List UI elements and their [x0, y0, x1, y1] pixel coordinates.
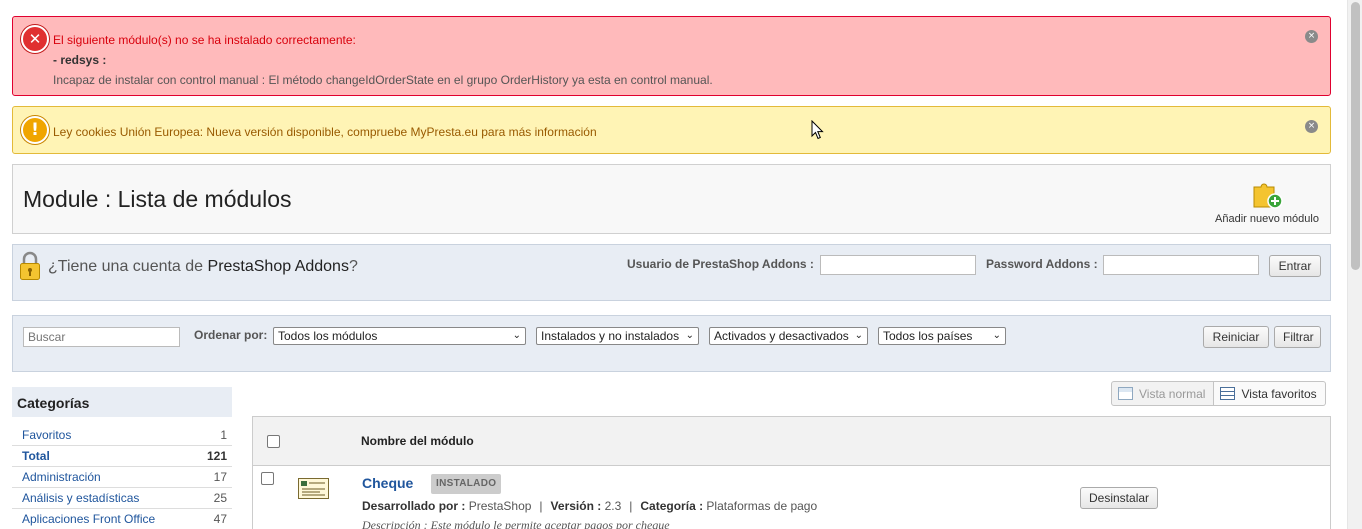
error-alert: ✕ El siguiente módulo(s) no se ha instal…: [12, 16, 1331, 96]
categories-title: Categorías: [12, 387, 232, 417]
addons-password-label: Password Addons :: [986, 257, 1098, 271]
view-toggle: Vista normal Vista favoritos: [1111, 381, 1326, 406]
error-title: El siguiente módulo(s) no se ha instalad…: [53, 33, 356, 47]
table-row: Cheque INSTALADO Desarrollado por : Pres…: [253, 466, 1330, 529]
module-meta: Desarrollado por : PrestaShop | Versión : …: [362, 499, 818, 513]
reset-button[interactable]: Reiniciar: [1203, 326, 1269, 348]
category-item[interactable]: Análisis y estadísticas 25: [12, 488, 232, 509]
list-view-icon: [1220, 387, 1236, 400]
scrollbar-thumb[interactable]: [1351, 2, 1360, 270]
close-icon[interactable]: ×: [1305, 120, 1318, 133]
filter-panel: Ordenar por: Todos los módulos⌄ Instalad…: [12, 315, 1331, 372]
normal-view-button[interactable]: Vista normal: [1111, 381, 1215, 406]
puzzle-add-icon: [1253, 183, 1283, 209]
addons-brand: PrestaShop Addons: [207, 258, 349, 275]
addons-question: ¿Tiene una cuenta de PrestaShop Addons?: [48, 258, 358, 275]
module-name-link[interactable]: Cheque: [362, 475, 413, 491]
page-title: Module : Lista de módulos: [23, 186, 292, 212]
module-table: Nombre del módulo Cheque INSTALADO Desar…: [252, 416, 1331, 529]
error-module: - redsys :: [53, 53, 107, 67]
exclamation-icon: !: [21, 116, 49, 144]
active-select[interactable]: Activados y desactivados ⌄: [709, 327, 868, 345]
cheque-icon: [298, 478, 329, 499]
page-header: Module : Lista de módulos Añadir nuevo m…: [12, 164, 1331, 234]
favorites-view-button[interactable]: Vista favoritos: [1214, 381, 1326, 406]
status-badge: INSTALADO: [431, 474, 502, 494]
category-item[interactable]: Administración 17: [12, 467, 232, 488]
mouse-cursor-icon: [811, 120, 824, 140]
chevron-down-icon: ⌄: [854, 330, 863, 341]
add-module-button[interactable]: Añadir nuevo módulo: [1212, 177, 1322, 225]
addons-login-panel: ¿Tiene una cuenta de PrestaShop Addons? …: [12, 244, 1331, 301]
select-all-checkbox[interactable]: [267, 435, 280, 448]
chevron-down-icon: ⌄: [685, 330, 694, 341]
addons-password-input[interactable]: [1103, 255, 1259, 275]
error-message: Incapaz de instalar con control manual :…: [53, 73, 713, 87]
module-description: Descripción : Este módulo le permite ace…: [362, 518, 670, 529]
warning-text: Ley cookies Unión Europea: Nueva versión…: [53, 125, 597, 139]
chevron-down-icon: ⌄: [992, 330, 1001, 341]
warning-alert: ! Ley cookies Unión Europea: Nueva versi…: [12, 106, 1331, 154]
category-item[interactable]: Total 121: [12, 446, 232, 467]
modules-select[interactable]: Todos los módulos ⌄: [273, 327, 526, 345]
category-item[interactable]: Aplicaciones Front Office 47: [12, 509, 232, 529]
country-select[interactable]: Todos los países ⌄: [878, 327, 1006, 345]
module-checkbox[interactable]: [261, 472, 274, 485]
lock-icon: [20, 251, 40, 280]
module-name-column: Nombre del módulo: [361, 434, 474, 448]
search-input[interactable]: [23, 327, 180, 347]
module-table-header: Nombre del módulo: [253, 417, 1330, 466]
addons-user-input[interactable]: [820, 255, 976, 275]
sort-label: Ordenar por:: [194, 328, 268, 342]
categories-panel: Categorías Favoritos 1 Total 121 Adminis…: [12, 387, 232, 529]
close-icon[interactable]: ×: [1305, 30, 1318, 43]
scrollbar[interactable]: [1347, 0, 1362, 529]
add-module-label: Añadir nuevo módulo: [1215, 213, 1319, 225]
filter-button[interactable]: Filtrar: [1274, 326, 1321, 348]
addons-login-button[interactable]: Entrar: [1269, 255, 1321, 277]
addons-user-label: Usuario de PrestaShop Addons :: [627, 257, 814, 271]
uninstall-button[interactable]: Desinstalar: [1080, 487, 1158, 509]
page: ✕ El siguiente módulo(s) no se ha instal…: [0, 0, 1362, 529]
installed-select[interactable]: Instalados y no instalados ⌄: [536, 327, 699, 345]
chevron-down-icon: ⌄: [512, 330, 521, 341]
error-x-icon: ✕: [21, 25, 49, 53]
window-view-icon: [1118, 387, 1133, 400]
category-item[interactable]: Favoritos 1: [12, 425, 232, 446]
